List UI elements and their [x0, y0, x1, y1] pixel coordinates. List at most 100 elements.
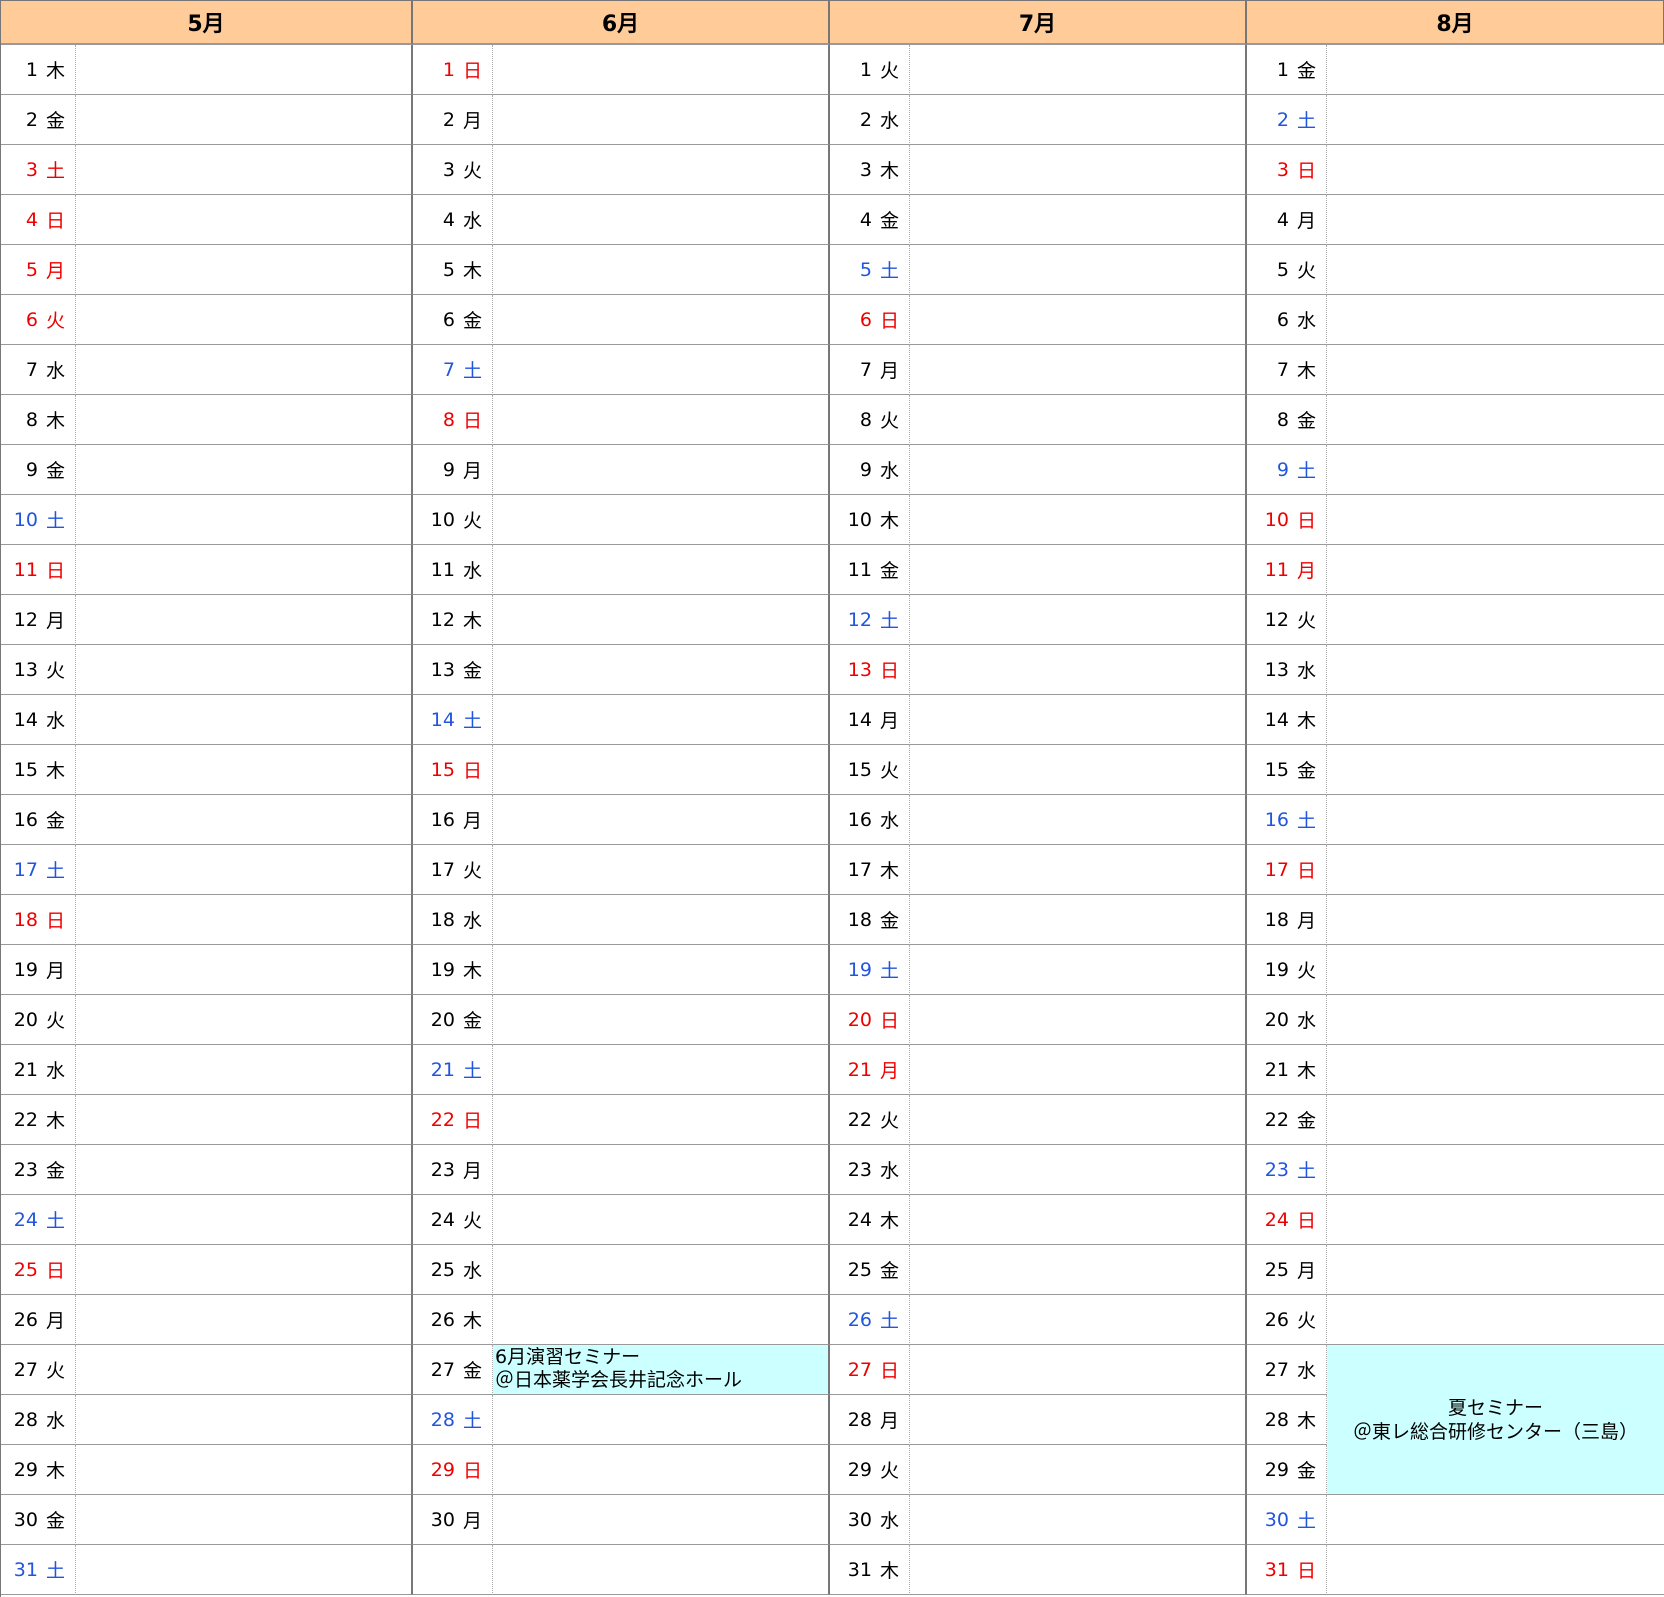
- event-cell[interactable]: [1327, 545, 1664, 595]
- event-cell[interactable]: [76, 695, 413, 745]
- event-cell[interactable]: [1327, 945, 1664, 995]
- event-cell[interactable]: [76, 995, 413, 1045]
- event-cell[interactable]: [1327, 795, 1664, 845]
- event-cell[interactable]: [493, 1045, 830, 1095]
- event-cell[interactable]: [910, 95, 1247, 145]
- event-cell[interactable]: [910, 1345, 1247, 1395]
- event-cell[interactable]: [1327, 645, 1664, 695]
- event-cell[interactable]: [76, 1295, 413, 1345]
- event-cell[interactable]: [910, 1545, 1247, 1595]
- event-cell[interactable]: [1327, 845, 1664, 895]
- event-cell[interactable]: [493, 1495, 830, 1545]
- event-cell[interactable]: [493, 795, 830, 845]
- event-cell[interactable]: [76, 1345, 413, 1395]
- event-cell[interactable]: [1327, 395, 1664, 445]
- event-cell[interactable]: [910, 795, 1247, 845]
- event-cell[interactable]: [1327, 995, 1664, 1045]
- event-cell[interactable]: [1327, 245, 1664, 295]
- event-cell[interactable]: [910, 1395, 1247, 1445]
- event-cell[interactable]: [910, 1495, 1247, 1545]
- event-cell[interactable]: [910, 945, 1247, 995]
- event-cell[interactable]: [493, 1195, 830, 1245]
- event-cell[interactable]: [1327, 595, 1664, 645]
- event-cell[interactable]: [910, 45, 1247, 95]
- event-cell[interactable]: [910, 1295, 1247, 1345]
- event-cell[interactable]: [76, 945, 413, 995]
- event-cell[interactable]: [1327, 1245, 1664, 1295]
- event-cell[interactable]: [910, 195, 1247, 245]
- event-cell[interactable]: [1327, 745, 1664, 795]
- event-cell[interactable]: [76, 595, 413, 645]
- event-cell[interactable]: [76, 545, 413, 595]
- event-cell[interactable]: 夏セミナー ＠東レ総合研修センター（三島）: [1327, 1345, 1664, 1495]
- event-cell[interactable]: [910, 995, 1247, 1045]
- event-cell[interactable]: [76, 845, 413, 895]
- event-cell[interactable]: [76, 795, 413, 845]
- event-cell[interactable]: [493, 845, 830, 895]
- event-cell[interactable]: [76, 395, 413, 445]
- event-cell[interactable]: [910, 395, 1247, 445]
- event-cell[interactable]: [1327, 95, 1664, 145]
- event-cell[interactable]: [76, 495, 413, 545]
- event-cell[interactable]: [910, 1245, 1247, 1295]
- event-cell[interactable]: [1327, 1045, 1664, 1095]
- event-cell[interactable]: [910, 445, 1247, 495]
- event-cell[interactable]: [493, 1245, 830, 1295]
- event-cell[interactable]: [493, 695, 830, 745]
- event-cell[interactable]: [493, 995, 830, 1045]
- event-cell[interactable]: [76, 1095, 413, 1145]
- event-cell[interactable]: [1327, 1495, 1664, 1545]
- event-cell[interactable]: [1327, 1195, 1664, 1245]
- event-cell[interactable]: [493, 295, 830, 345]
- event-cell[interactable]: [910, 695, 1247, 745]
- event-cell[interactable]: [910, 245, 1247, 295]
- event-cell[interactable]: [76, 145, 413, 195]
- event-cell[interactable]: [910, 595, 1247, 645]
- event-cell[interactable]: [493, 45, 830, 95]
- event-cell[interactable]: [76, 1195, 413, 1245]
- event-cell[interactable]: [493, 545, 830, 595]
- event-cell[interactable]: [1327, 145, 1664, 195]
- event-cell[interactable]: [1327, 1545, 1664, 1595]
- event-cell[interactable]: [493, 245, 830, 295]
- event-cell[interactable]: [1327, 895, 1664, 945]
- event-cell[interactable]: [493, 95, 830, 145]
- event-cell[interactable]: [493, 195, 830, 245]
- event-cell[interactable]: [493, 645, 830, 695]
- event-cell[interactable]: [1327, 1145, 1664, 1195]
- event-cell[interactable]: [910, 1445, 1247, 1495]
- event-cell[interactable]: [76, 245, 413, 295]
- event-cell[interactable]: [1327, 295, 1664, 345]
- event-cell[interactable]: [76, 1545, 413, 1595]
- event-cell[interactable]: [76, 295, 413, 345]
- event-cell[interactable]: [493, 945, 830, 995]
- event-cell[interactable]: [493, 595, 830, 645]
- event-cell[interactable]: [910, 645, 1247, 695]
- event-cell[interactable]: [910, 145, 1247, 195]
- event-cell[interactable]: [76, 195, 413, 245]
- event-cell[interactable]: [76, 745, 413, 795]
- event-cell[interactable]: [1327, 45, 1664, 95]
- event-cell[interactable]: [493, 745, 830, 795]
- event-cell[interactable]: [910, 545, 1247, 595]
- event-cell[interactable]: [493, 445, 830, 495]
- event-cell[interactable]: [910, 1045, 1247, 1095]
- event-cell[interactable]: [76, 1045, 413, 1095]
- event-cell[interactable]: [910, 495, 1247, 545]
- event-cell[interactable]: [493, 145, 830, 195]
- event-cell[interactable]: [76, 45, 413, 95]
- event-cell[interactable]: [1327, 1095, 1664, 1145]
- event-cell[interactable]: [493, 345, 830, 395]
- event-cell[interactable]: [910, 845, 1247, 895]
- event-cell[interactable]: [76, 345, 413, 395]
- event-cell[interactable]: [1327, 445, 1664, 495]
- event-cell[interactable]: [1327, 345, 1664, 395]
- event-cell[interactable]: [1327, 195, 1664, 245]
- event-cell[interactable]: [910, 345, 1247, 395]
- event-cell[interactable]: [76, 445, 413, 495]
- event-cell[interactable]: [910, 1095, 1247, 1145]
- event-cell[interactable]: [76, 1445, 413, 1495]
- event-cell[interactable]: [493, 1145, 830, 1195]
- event-cell[interactable]: [493, 1545, 830, 1595]
- event-cell[interactable]: [1327, 695, 1664, 745]
